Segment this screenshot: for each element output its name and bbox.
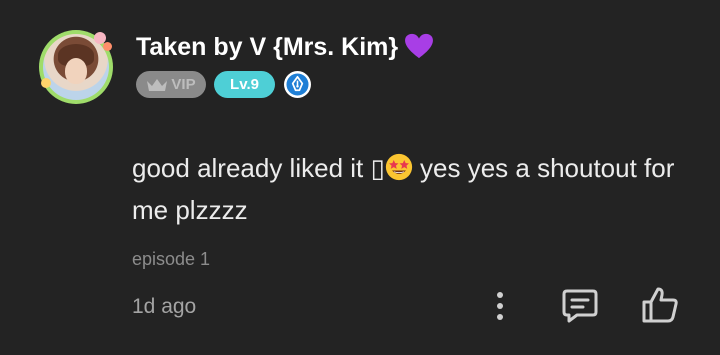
vip-badge[interactable]: VIP — [136, 71, 206, 98]
like-button[interactable] — [640, 285, 680, 325]
crown-icon — [147, 78, 168, 91]
star-struck-icon — [385, 154, 412, 181]
purple-heart-icon — [405, 34, 434, 59]
reply-button[interactable] — [560, 286, 600, 326]
vip-label: VIP — [171, 76, 196, 93]
more-options-button[interactable] — [486, 288, 514, 324]
comment-text-start: good already liked it ▯ — [132, 153, 385, 183]
more-vertical-icon — [497, 292, 503, 320]
username-text: Taken by V {Mrs. Kim} — [136, 33, 399, 61]
comment-timestamp: 1d ago — [132, 295, 197, 318]
fountain-pen-icon — [286, 73, 309, 96]
comment-body: good already liked it ▯ yes yes a shouto… — [132, 147, 692, 231]
avatar[interactable] — [39, 30, 113, 104]
level-badge[interactable]: Lv.9 — [214, 71, 275, 98]
level-label: Lv.9 — [230, 76, 259, 93]
comment-card: Taken by V {Mrs. Kim} VIP Lv.9 good alre… — [0, 0, 720, 355]
writer-badge[interactable] — [284, 71, 311, 98]
reply-comment-icon — [562, 289, 598, 323]
thumbs-up-icon — [642, 287, 678, 323]
episode-link[interactable]: episode 1 — [132, 249, 210, 270]
username[interactable]: Taken by V {Mrs. Kim} — [136, 33, 434, 62]
